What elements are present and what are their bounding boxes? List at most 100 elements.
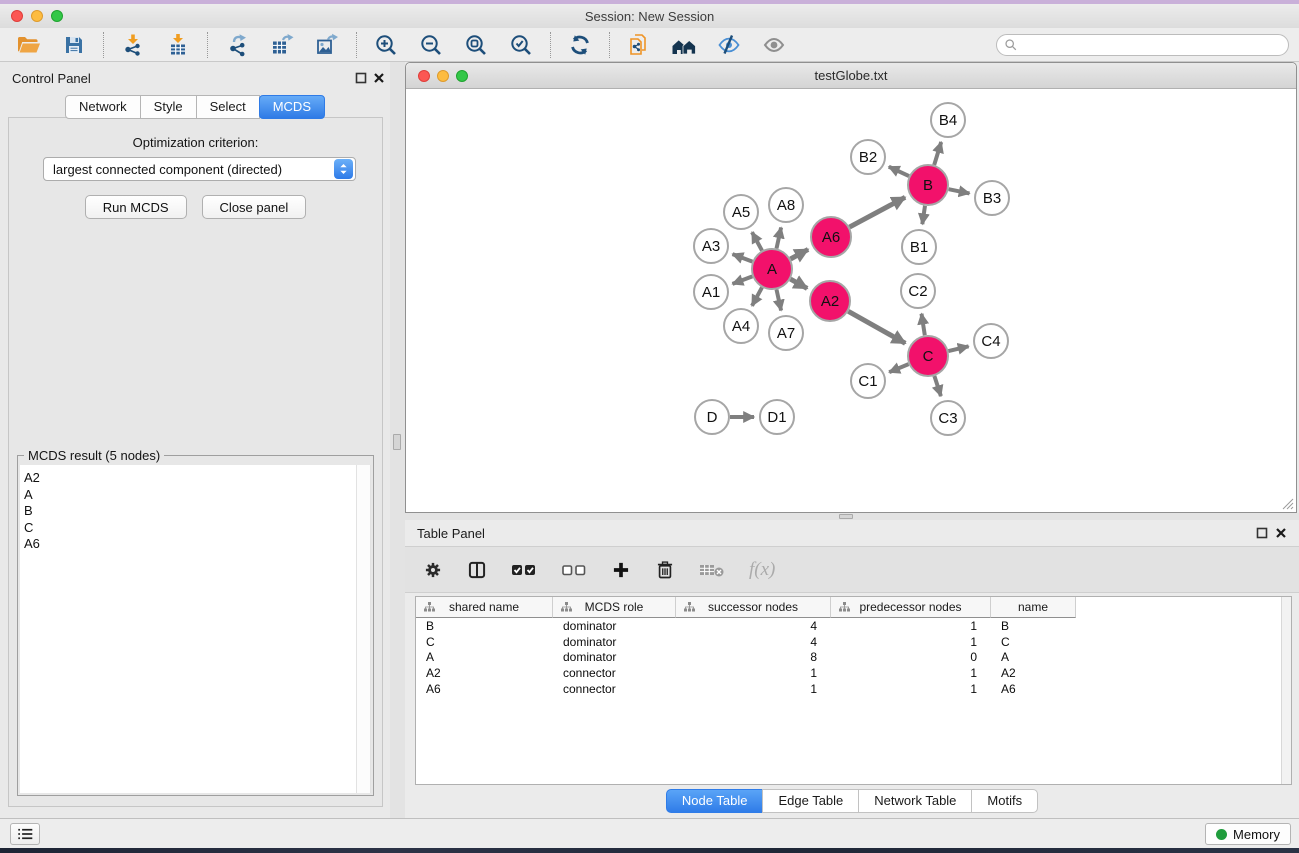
column-header-name[interactable]: name [991,597,1076,618]
export-image-icon[interactable] [310,31,344,59]
tab-node-table[interactable]: Node Table [666,789,764,813]
show-panels-icon[interactable] [757,31,791,59]
panel-divider[interactable] [390,62,405,818]
export-table-icon[interactable] [265,31,299,59]
node-B[interactable]: B [908,165,948,205]
mcds-result-item[interactable]: A2 [24,470,356,487]
zoom-fit-icon[interactable] [459,31,493,59]
node-B3[interactable]: B3 [975,181,1009,215]
float-table-panel-icon[interactable] [1256,527,1268,539]
search-box[interactable] [996,34,1289,56]
node-A8[interactable]: A8 [769,188,803,222]
create-column-icon[interactable] [611,560,631,580]
network-graph[interactable]: B4B2BB3A5A8A6A3AB1A1A2C2A4A7C4CC1DD1C3 [406,89,1296,510]
tab-mcds[interactable]: MCDS [259,95,325,119]
edge-C-C4[interactable] [948,346,968,351]
home-icon[interactable] [667,31,701,59]
mcds-result-item[interactable]: C [24,520,356,537]
select-all-columns-icon[interactable] [511,560,537,580]
tab-select[interactable]: Select [196,95,260,119]
save-session-icon[interactable] [57,31,91,59]
node-B2[interactable]: B2 [851,140,885,174]
open-session-icon[interactable] [12,31,46,59]
edge-B-B1[interactable] [922,206,925,224]
close-panel-button[interactable]: Close panel [202,195,307,219]
close-table-panel-icon[interactable] [1275,527,1287,539]
table-row[interactable]: Bdominator41B [416,618,1281,634]
node-C2[interactable]: C2 [901,274,935,308]
edge-A6-B[interactable] [850,197,906,227]
split-view-icon[interactable] [467,560,487,580]
edge-B-B4[interactable] [934,142,941,165]
mcds-result-item[interactable]: A [24,487,356,504]
column-header-MCDS-role[interactable]: MCDS role [553,597,676,618]
node-B1[interactable]: B1 [902,230,936,264]
node-A5[interactable]: A5 [724,195,758,229]
edge-A-A7[interactable] [777,290,782,311]
edge-A-A5[interactable] [752,232,762,250]
zoom-in-icon[interactable] [369,31,403,59]
node-D[interactable]: D [695,400,729,434]
edge-A-A1[interactable] [733,276,753,284]
tab-edge-table[interactable]: Edge Table [762,789,859,813]
edge-A2-C[interactable] [848,311,905,343]
table-row[interactable]: Cdominator41C [416,634,1281,650]
new-network-icon[interactable] [622,31,656,59]
edge-A-A2[interactable] [790,279,807,288]
node-C1[interactable]: C1 [851,364,885,398]
column-header-successor-nodes[interactable]: successor nodes [676,597,831,618]
table-row[interactable]: Adominator80A [416,649,1281,665]
node-A4[interactable]: A4 [724,309,758,343]
tab-network-table[interactable]: Network Table [858,789,972,813]
zoom-selected-icon[interactable] [504,31,538,59]
search-input[interactable] [1022,36,1288,54]
node-A7[interactable]: A7 [769,316,803,350]
network-window-titlebar[interactable]: testGlobe.txt [406,63,1296,89]
edge-B-B2[interactable] [889,167,909,176]
edge-C-C2[interactable] [922,314,925,336]
criterion-dropdown[interactable]: largest connected component (directed) [43,157,356,181]
refresh-icon[interactable] [563,31,597,59]
delete-table-icon[interactable] [699,560,725,580]
run-mcds-button[interactable]: Run MCDS [85,195,187,219]
edge-A-A3[interactable] [733,254,753,262]
task-history-button[interactable] [10,823,40,845]
resize-grip-icon[interactable] [1280,496,1294,510]
mcds-result-item[interactable]: A6 [24,536,356,553]
edge-A-A6[interactable] [791,249,809,259]
edge-A-A4[interactable] [752,287,762,305]
hide-panels-icon[interactable] [712,31,746,59]
memory-button[interactable]: Memory [1205,823,1291,845]
divider-grip-icon[interactable] [839,514,853,519]
node-C3[interactable]: C3 [931,401,965,435]
node-C4[interactable]: C4 [974,324,1008,358]
tab-motifs[interactable]: Motifs [971,789,1038,813]
edge-B-B3[interactable] [949,189,970,193]
tab-style[interactable]: Style [140,95,197,119]
tab-network[interactable]: Network [65,95,141,119]
edge-C-C3[interactable] [934,376,941,396]
table-row[interactable]: A2connector11A2 [416,665,1281,681]
network-canvas[interactable]: B4B2BB3A5A8A6A3AB1A1A2C2A4A7C4CC1DD1C3 [406,89,1296,512]
table-settings-icon[interactable] [423,560,443,580]
table-panel-divider[interactable] [405,513,1299,520]
result-scrollbar[interactable] [356,465,371,793]
delete-columns-icon[interactable] [655,560,675,580]
zoom-out-icon[interactable] [414,31,448,59]
close-control-panel-icon[interactable] [373,72,385,84]
node-C[interactable]: C [908,336,948,376]
export-network-icon[interactable] [220,31,254,59]
edge-A-A8[interactable] [777,228,782,249]
node-A6[interactable]: A6 [811,217,851,257]
table-scrollbar[interactable] [1281,597,1291,784]
unselect-all-columns-icon[interactable] [561,560,587,580]
divider-grip-icon[interactable] [393,434,401,450]
node-D1[interactable]: D1 [760,400,794,434]
node-A2[interactable]: A2 [810,281,850,321]
float-panel-icon[interactable] [355,72,367,84]
table-row[interactable]: A6connector11A6 [416,681,1281,697]
node-A3[interactable]: A3 [694,229,728,263]
node-A1[interactable]: A1 [694,275,728,309]
function-builder-button[interactable]: f(x) [749,559,775,581]
mcds-result-item[interactable]: B [24,503,356,520]
